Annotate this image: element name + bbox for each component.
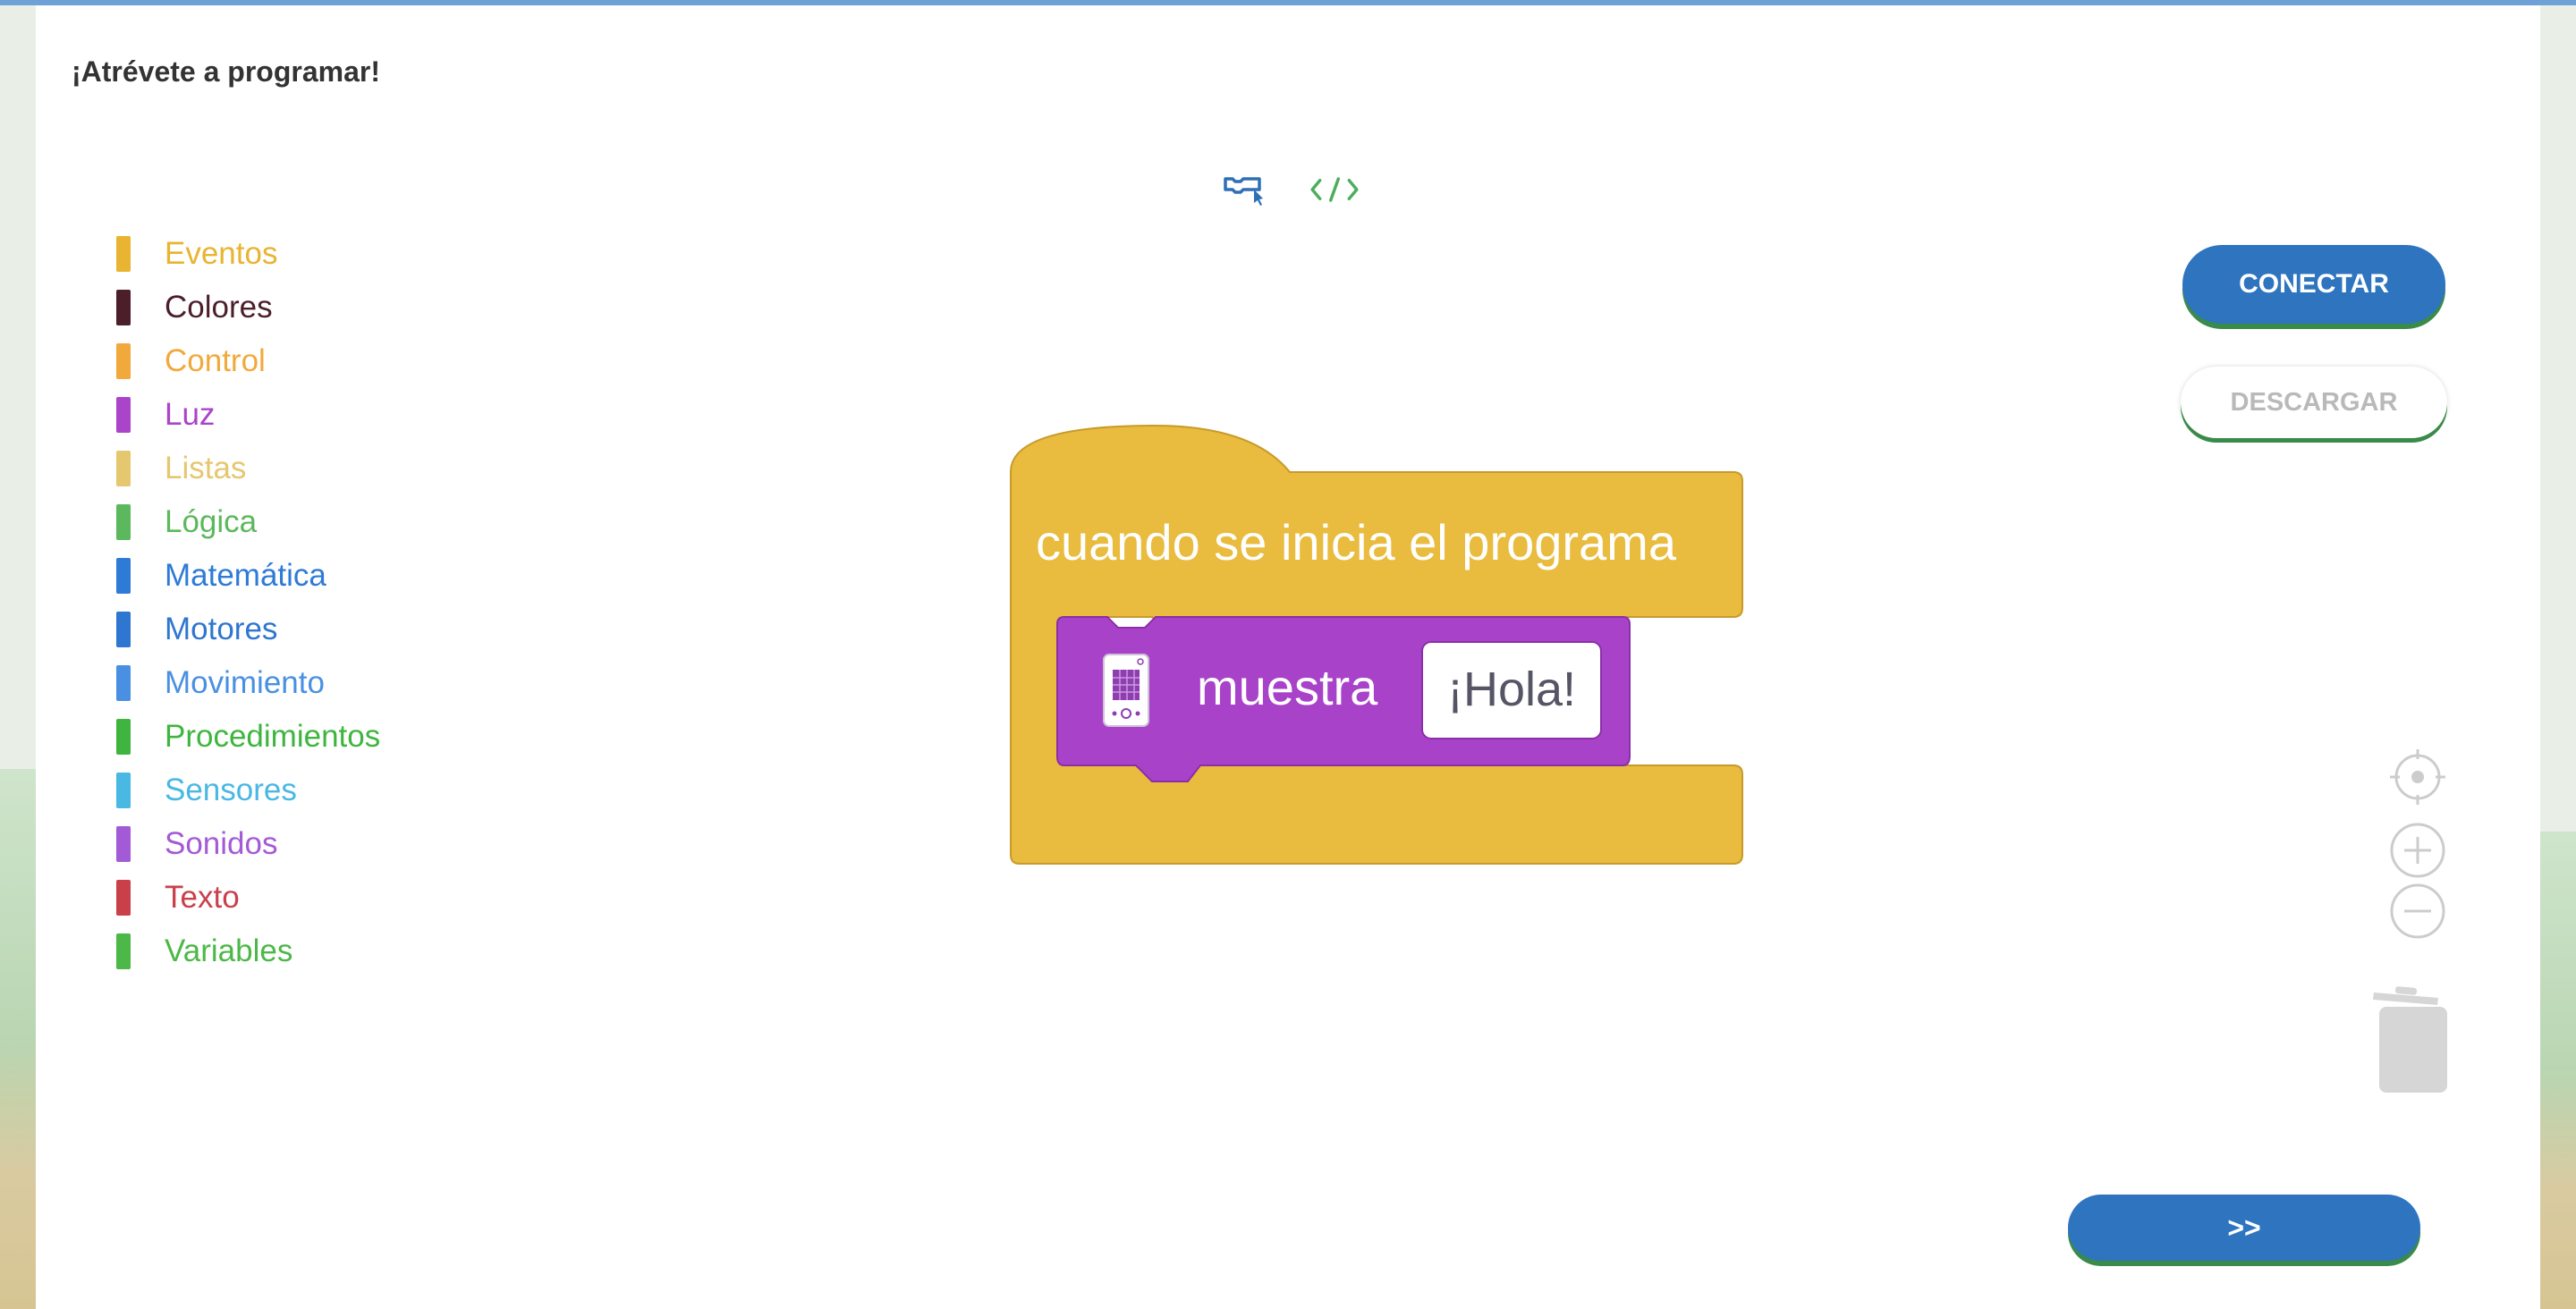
connect-button[interactable]: CONECTAR <box>2182 245 2445 324</box>
next-step-button[interactable]: >> <box>2068 1195 2420 1261</box>
category-swatch <box>116 719 131 755</box>
category-swatch <box>116 880 131 916</box>
download-button[interactable]: DESCARGAR <box>2181 367 2447 438</box>
category-movimiento[interactable]: Movimiento <box>116 656 380 710</box>
category-label: Variables <box>165 933 293 968</box>
category-swatch <box>116 826 131 862</box>
category-swatch <box>116 933 131 969</box>
led-matrix-icon <box>1103 654 1149 727</box>
show-block-label: muestra <box>1197 659 1378 715</box>
category-label: Sonidos <box>165 826 278 861</box>
category-label: Texto <box>165 880 240 915</box>
editor-panel: ¡Atrévete a programar! Eventos Colores C… <box>36 5 2540 1309</box>
category-luz[interactable]: Luz <box>116 388 380 442</box>
category-swatch <box>116 558 131 594</box>
blocks-view-button[interactable] <box>1218 163 1272 216</box>
category-motores[interactable]: Motores <box>116 603 380 656</box>
blocks-view-icon <box>1224 177 1263 206</box>
category-sensores[interactable]: Sensores <box>116 764 380 817</box>
zoom-in-button[interactable] <box>2388 821 2447 880</box>
category-swatch <box>116 773 131 808</box>
blocks-workspace: cuando se inicia el programa muestra ¡Ho… <box>1010 424 1743 865</box>
category-sonidos[interactable]: Sonidos <box>116 817 380 871</box>
category-logica[interactable]: Lógica <box>116 495 380 549</box>
category-label: Motores <box>165 612 278 646</box>
category-label: Lógica <box>165 504 258 539</box>
event-block-label: cuando se inicia el programa <box>1036 514 1677 570</box>
category-listas[interactable]: Listas <box>116 442 380 495</box>
trash-icon <box>2373 986 2447 1093</box>
category-label: Listas <box>165 451 247 486</box>
block-categories: Eventos Colores Control Luz Listas Lógic… <box>116 227 380 978</box>
category-swatch <box>116 397 131 433</box>
category-swatch <box>116 451 131 486</box>
recenter-button[interactable] <box>2386 746 2449 808</box>
category-swatch <box>116 343 131 379</box>
category-swatch <box>116 504 131 540</box>
category-label: Sensores <box>165 773 297 807</box>
category-label: Procedimientos <box>165 719 381 754</box>
code-view-button[interactable] <box>1308 163 1361 216</box>
category-label: Colores <box>165 290 273 325</box>
category-colores[interactable]: Colores <box>116 281 380 334</box>
zoom-out-icon <box>2390 883 2445 939</box>
zoom-in-icon <box>2390 823 2445 878</box>
category-procedimientos[interactable]: Procedimientos <box>116 710 380 764</box>
trash-button[interactable] <box>2367 980 2447 1096</box>
zoom-out-button[interactable] <box>2388 882 2447 941</box>
category-swatch <box>116 236 131 272</box>
background-scenery-right <box>2537 832 2576 1309</box>
category-swatch <box>116 665 131 701</box>
category-swatch <box>116 290 131 325</box>
category-label: Eventos <box>165 236 278 271</box>
category-label: Matemática <box>165 558 326 593</box>
code-view-icon <box>1310 177 1359 202</box>
category-variables[interactable]: Variables <box>116 925 380 978</box>
category-eventos[interactable]: Eventos <box>116 227 380 281</box>
page-title: ¡Atrévete a programar! <box>72 55 380 88</box>
category-label: Luz <box>165 397 216 432</box>
category-control[interactable]: Control <box>116 334 380 388</box>
background-scenery-left <box>0 769 36 1309</box>
category-swatch <box>116 612 131 647</box>
category-texto[interactable]: Texto <box>116 871 380 925</box>
view-toggle <box>1218 163 1361 216</box>
target-icon <box>2390 749 2445 805</box>
show-value-text: ¡Hola! <box>1447 663 1576 716</box>
category-label: Movimiento <box>165 665 325 700</box>
category-matematica[interactable]: Matemática <box>116 549 380 603</box>
category-label: Control <box>165 343 266 378</box>
